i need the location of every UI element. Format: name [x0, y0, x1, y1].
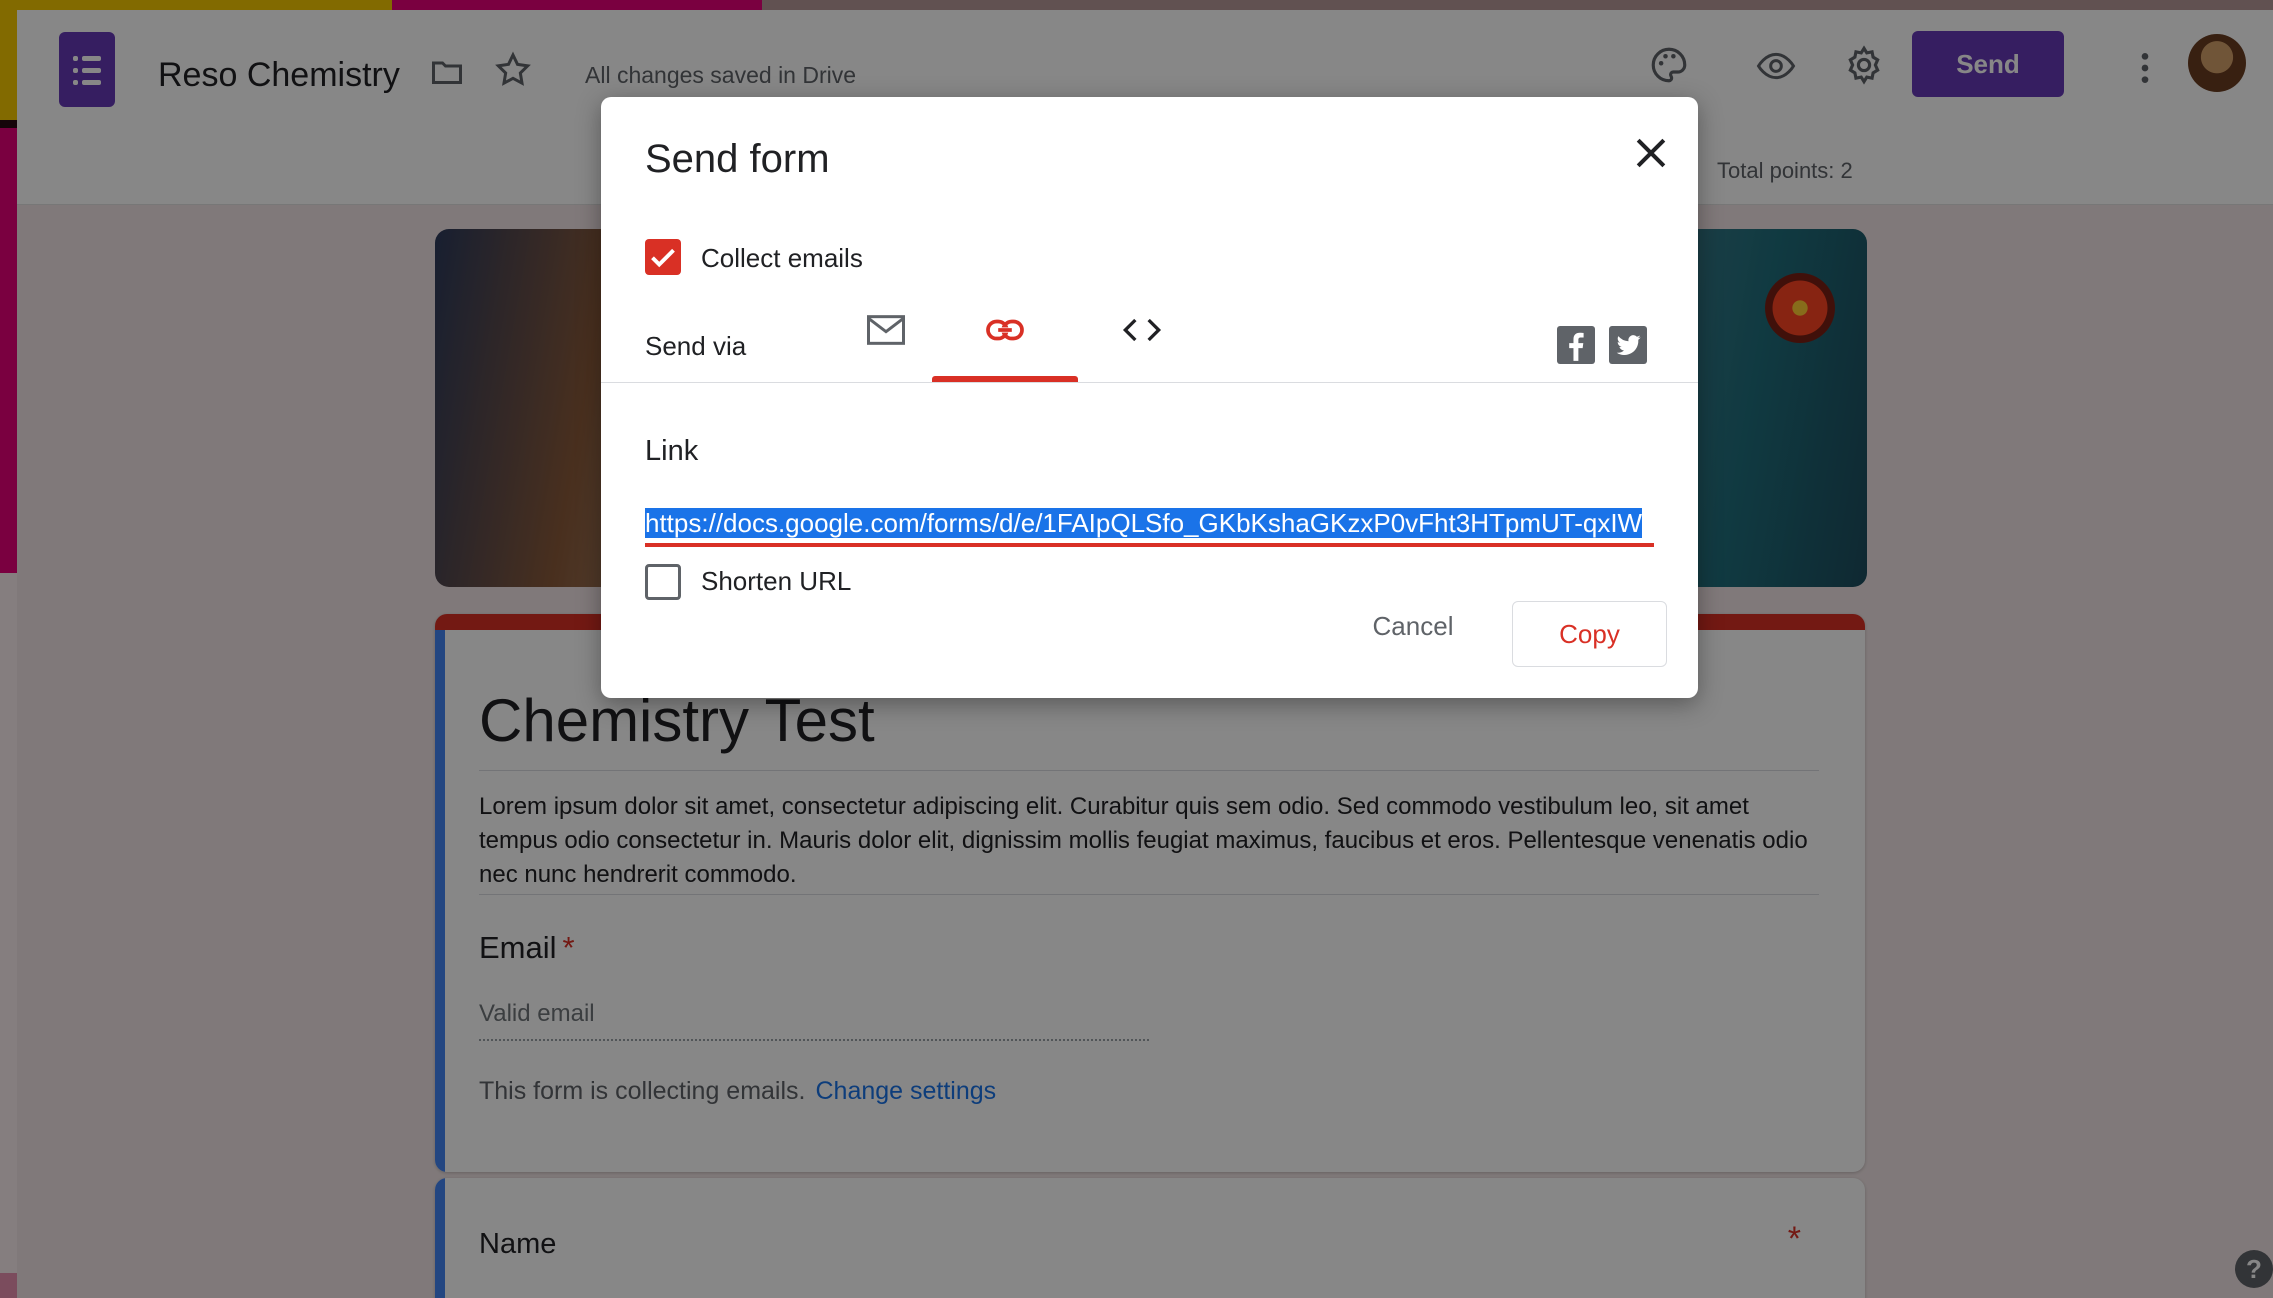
tab-email[interactable] — [830, 313, 942, 383]
check-icon — [651, 248, 675, 268]
send-form-dialog: Send form Collect emails Send via Link h… — [601, 97, 1698, 698]
close-icon[interactable] — [1629, 131, 1673, 175]
url-input-underline — [645, 543, 1654, 547]
link-icon — [986, 319, 1024, 341]
embed-icon — [1122, 318, 1162, 342]
shorten-url-checkbox[interactable] — [645, 564, 681, 600]
facebook-icon[interactable] — [1557, 326, 1595, 364]
tab-embed[interactable] — [1082, 313, 1202, 383]
dialog-title: Send form — [645, 137, 830, 181]
cancel-button[interactable]: Cancel — [1358, 601, 1468, 651]
copy-button[interactable]: Copy — [1512, 601, 1667, 667]
dialog-divider — [601, 382, 1698, 383]
url-input[interactable]: https://docs.google.com/forms/d/e/1FAIpQ… — [645, 505, 1654, 541]
email-icon — [867, 315, 905, 345]
send-via-label: Send via — [645, 331, 747, 361]
collect-emails-checkbox[interactable] — [645, 239, 681, 275]
collect-emails-label: Collect emails — [701, 243, 863, 273]
shorten-url-label: Shorten URL — [701, 566, 852, 596]
url-text[interactable]: https://docs.google.com/forms/d/e/1FAIpQ… — [645, 508, 1643, 538]
tab-link[interactable] — [932, 313, 1078, 383]
link-label: Link — [645, 435, 699, 467]
twitter-icon[interactable] — [1609, 326, 1647, 364]
